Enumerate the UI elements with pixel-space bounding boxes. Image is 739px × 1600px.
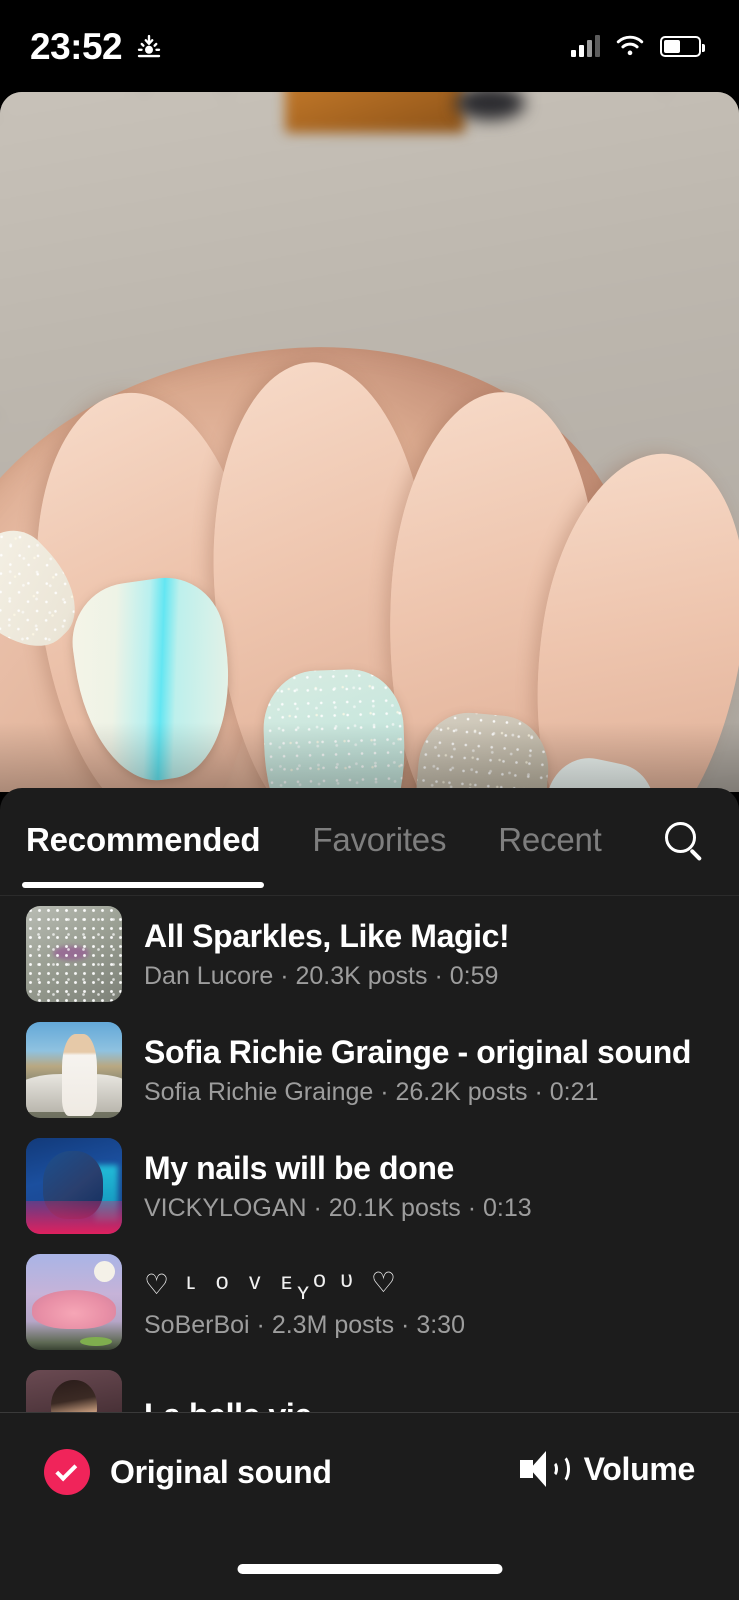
volume-label: Volume [583, 1450, 696, 1487]
sound-meta: My nails will be done VICKYLOGAN · 20.1K… [144, 1149, 713, 1223]
sound-meta: All Sparkles, Like Magic! Dan Lucore · 2… [144, 917, 713, 991]
list-item[interactable]: My nails will be done VICKYLOGAN · 20.1K… [0, 1128, 739, 1244]
volume-button[interactable]: Volume [519, 1449, 696, 1489]
sound-title: ♡ ʟ ᴏ ᴠ ᴇ ʏᴏ ᴜ ♡ [144, 1265, 713, 1305]
battery-icon [660, 35, 705, 57]
sound-meta: Sofia Richie Grainge - original sound So… [144, 1033, 713, 1107]
status-bar-right [571, 35, 705, 57]
original-sound-label: Original sound [110, 1453, 332, 1490]
search-button[interactable] [657, 814, 713, 870]
sunrise-alarm-icon [134, 31, 164, 61]
sound-title: All Sparkles, Like Magic! [144, 917, 510, 954]
status-bar: 23:52 [0, 0, 739, 92]
sound-subtitle: Sofia Richie Grainge · 26.2K posts · 0:2… [144, 1078, 599, 1107]
search-icon [665, 821, 705, 862]
speaker-volume-icon [519, 1449, 570, 1489]
original-sound-button[interactable]: Original sound [44, 1449, 332, 1495]
media-bottom-fade [0, 722, 739, 792]
sound-title: My nails will be done [144, 1149, 454, 1186]
status-bar-clock: 23:52 [30, 25, 123, 67]
list-item[interactable]: All Sparkles, Like Magic! Dan Lucore · 2… [0, 896, 739, 1012]
heart-icon-right: ♡ [370, 1266, 397, 1298]
sound-subtitle: Dan Lucore · 20.3K posts · 0:59 [144, 962, 499, 991]
tab-recent[interactable]: Recent [498, 821, 602, 863]
wooden-object [285, 92, 465, 133]
list-item[interactable]: Sofia Richie Grainge - original sound So… [0, 1012, 739, 1128]
phone-screen: 23:52 Recommended Favorites Recent All S… [0, 0, 739, 1600]
sound-meta: ♡ ʟ ᴏ ᴠ ᴇ ʏᴏ ᴜ ♡ SoBerBoi · 2.3M posts ·… [144, 1265, 713, 1340]
battery-fill [664, 39, 680, 53]
sound-title-love: ʟ ᴏ ᴠ ᴇ [186, 1267, 300, 1294]
silver-glitter-thumbnail [26, 906, 122, 1002]
sound-title: Sofia Richie Grainge - original sound [144, 1033, 692, 1070]
sound-subtitle: SoBerBoi · 2.3M posts · 3:30 [144, 1310, 465, 1339]
video-preview[interactable] [0, 92, 739, 792]
wifi-icon [615, 35, 645, 57]
tab-favorites[interactable]: Favorites [312, 821, 446, 863]
sound-title-you: ʏᴏ ᴜ [297, 1266, 357, 1305]
sound-title-you-ou: ᴏ ᴜ [313, 1265, 357, 1292]
heart-icon-left: ♡ [144, 1268, 171, 1300]
status-bar-left: 23:52 [30, 28, 164, 65]
pink-cloud-sky-thumbnail [26, 1254, 122, 1350]
woman-white-dress-car-thumbnail [26, 1022, 122, 1118]
sound-subtitle: VICKYLOGAN · 20.1K posts · 0:13 [144, 1194, 532, 1223]
sound-tabs: Recommended Favorites Recent [0, 788, 739, 896]
check-circle-icon [44, 1449, 90, 1495]
blue-pink-portrait-thumbnail [26, 1138, 122, 1234]
cellular-signal-icon [571, 35, 600, 57]
list-item[interactable]: ♡ ʟ ᴏ ᴠ ᴇ ʏᴏ ᴜ ♡ SoBerBoi · 2.3M posts ·… [0, 1244, 739, 1360]
home-indicator[interactable] [237, 1564, 502, 1574]
sound-title-you-y: ʏ [297, 1277, 314, 1304]
tab-recommended[interactable]: Recommended [21, 821, 265, 888]
